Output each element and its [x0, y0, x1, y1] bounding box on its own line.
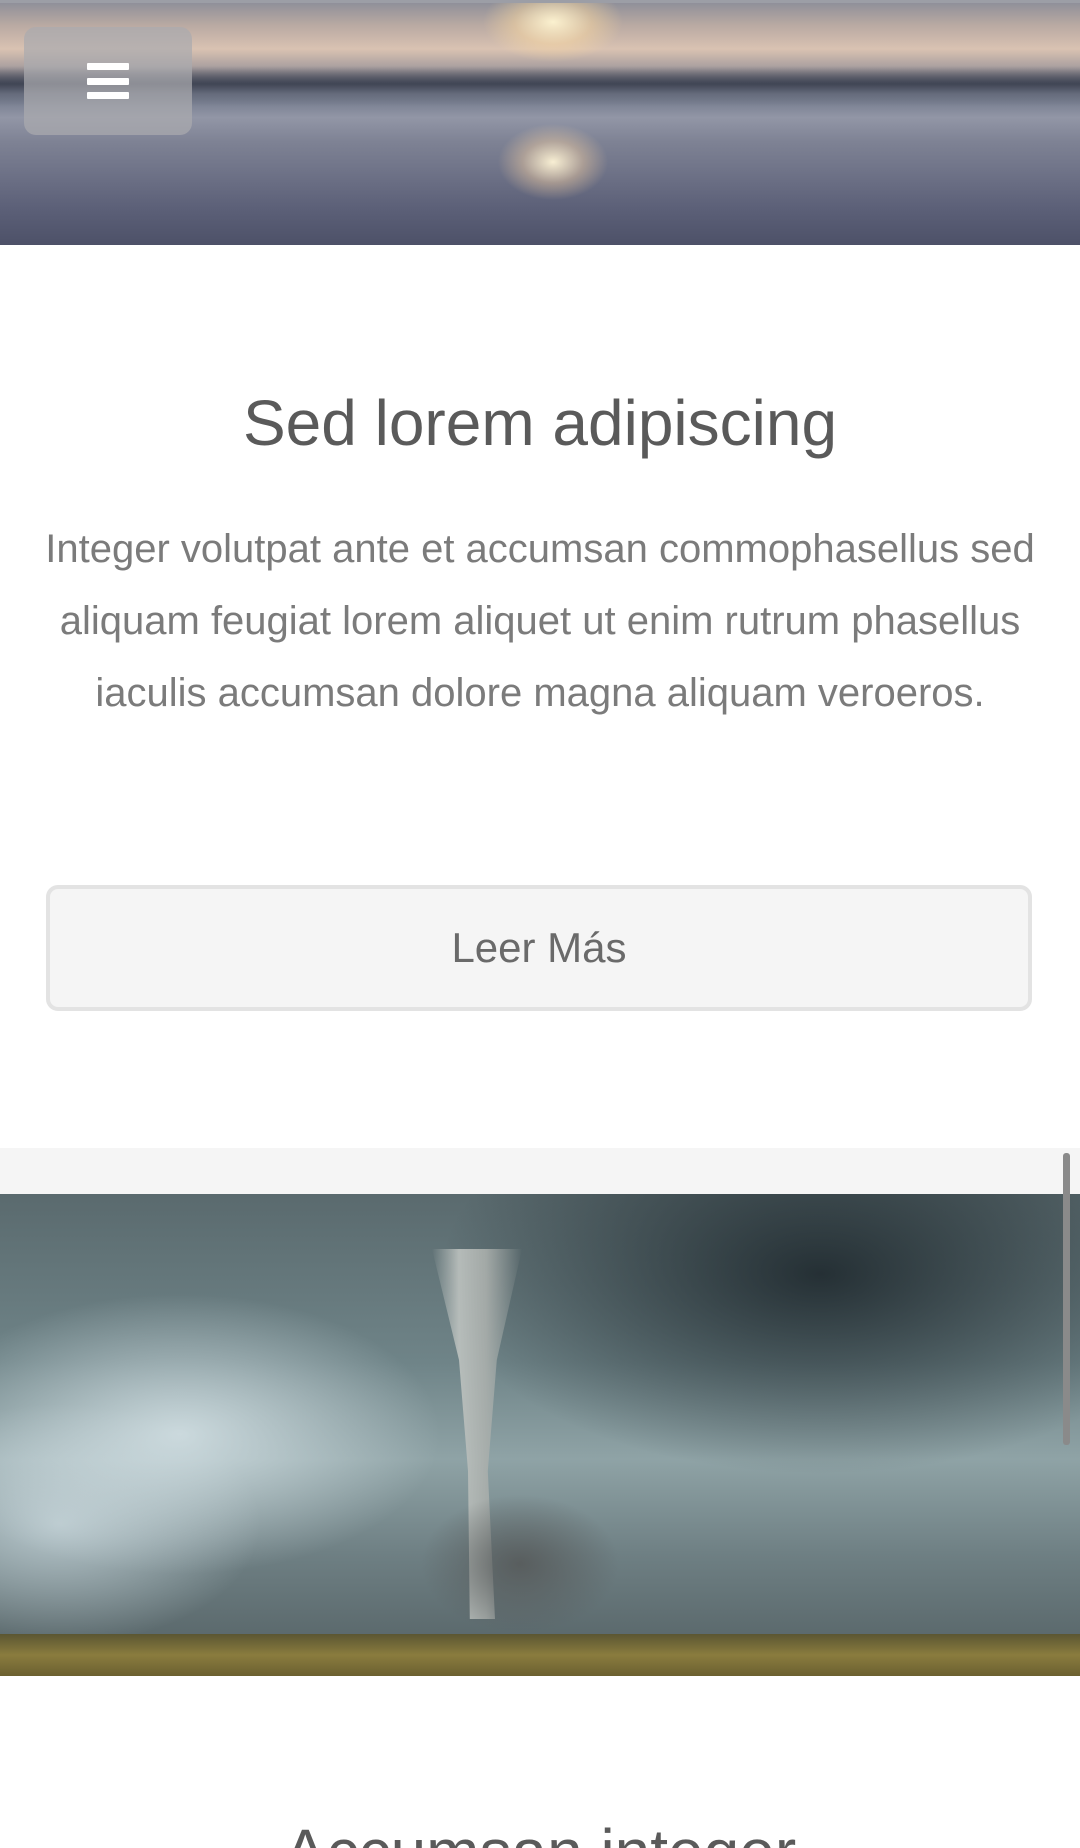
page: Sed lorem adipiscing Integer volutpat an… — [0, 0, 1080, 1848]
second-section: Accumsan integer — [0, 1676, 1080, 1848]
tornado-image — [0, 1194, 1080, 1676]
section-title: Sed lorem adipiscing — [242, 387, 838, 459]
tornado-dust-cloud — [420, 1494, 620, 1634]
section-divider-band — [0, 1148, 1080, 1194]
read-more-button[interactable]: Leer Más — [46, 885, 1032, 1011]
second-section-title: Accumsan integer — [0, 1814, 1080, 1848]
hamburger-menu-icon — [87, 63, 129, 99]
section-body-text: Integer volutpat ante et accumsan commop… — [45, 527, 1035, 715]
menu-toggle-button[interactable] — [24, 27, 192, 135]
tornado-ground — [0, 1634, 1080, 1676]
intro-section: Sed lorem adipiscing Integer volutpat an… — [0, 245, 1080, 1148]
hero-image-sunset — [0, 0, 1080, 245]
page-scrollbar[interactable] — [1063, 1153, 1070, 1445]
hero-top-border — [0, 0, 1080, 3]
